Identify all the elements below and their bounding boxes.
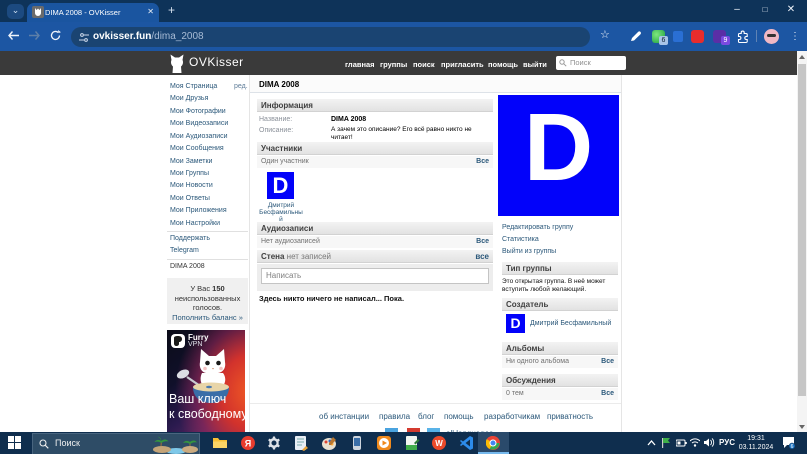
svg-text:Я: Я — [245, 439, 251, 449]
svg-text:W: W — [435, 439, 443, 448]
svg-text:6: 6 — [791, 444, 794, 449]
